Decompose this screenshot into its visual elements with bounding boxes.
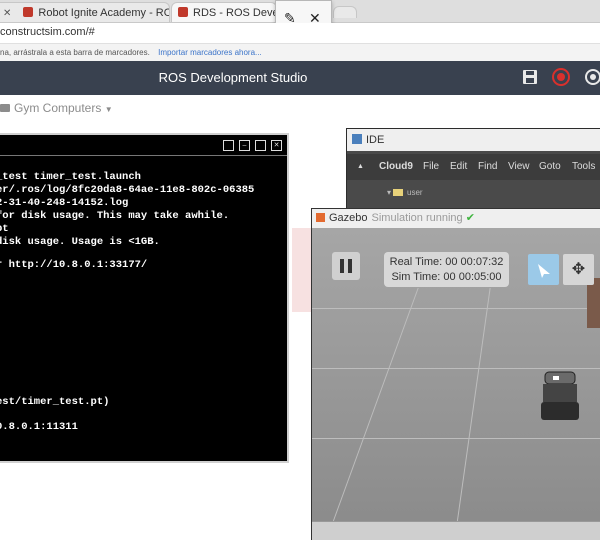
toolbar: Gym Computers ▼: [0, 95, 600, 121]
collapse-icon[interactable]: ▲: [357, 154, 364, 180]
real-time-readout: Real Time: 00 00:07:32: [389, 256, 504, 268]
grid-line: [312, 308, 600, 309]
app-header: ROS Development Studio: [0, 61, 600, 95]
new-tab-button[interactable]: [333, 6, 357, 18]
gazebo-title: Gazebo: [329, 212, 368, 224]
ide-titlebar: IDE: [347, 129, 600, 151]
tab-label: Robot Ignite Academy - ROS I: [38, 7, 169, 19]
gazebo-app-icon: [316, 213, 325, 222]
menu-cloud9[interactable]: Cloud9: [379, 154, 413, 180]
terminal-line: r http://10.8.0.1:33177/: [0, 259, 148, 271]
menu-goto[interactable]: Goto: [539, 154, 561, 180]
translate-tool-button[interactable]: ✥: [563, 254, 594, 285]
robot-model[interactable]: [537, 364, 587, 434]
ide-app-icon: [352, 134, 362, 144]
gazebo-titlebar: Gazebo Simulation running ✔: [312, 209, 600, 228]
terminal-line: _test timer_test.launch: [0, 171, 141, 183]
triangle-down-icon: ▾: [387, 188, 392, 197]
bookmark-hint: na, arrástrala a esta barra de marcadore…: [0, 48, 150, 57]
terminal-line: 0.8.0.1:11311: [0, 421, 78, 433]
terminal-line: er/.ros/log/8fc20da8-64ae-11e8-802c-0638…: [0, 184, 255, 196]
caret-down-icon: ▼: [104, 105, 113, 114]
gazebo-window[interactable]: Gazebo Simulation running ✔ Real Time: 00…: [311, 208, 600, 540]
menu-view[interactable]: View: [508, 154, 530, 180]
sim-time-panel: Real Time: 00 00:07:32 Sim Time: 00 00:0…: [384, 252, 509, 287]
terminal-line: 2-31-40-248-14152.log: [0, 197, 129, 209]
record-icon[interactable]: [551, 67, 571, 87]
terminal-window[interactable]: – ✕ _test timer_test.launch er/.ros/log/…: [0, 133, 289, 463]
address-bar[interactable]: constructsim.com/#: [0, 23, 600, 44]
url-text: constructsim.com/#: [0, 26, 95, 38]
app-title: ROS Development Studio: [158, 70, 308, 85]
grid-line: [312, 438, 600, 439]
ide-menubar: ▲ Cloud9 File Edit Find View Goto Tools: [347, 154, 600, 180]
terminal-line: disk usage. Usage is <1GB.: [0, 236, 160, 248]
tree-item-label: user: [407, 188, 423, 197]
menu-edit[interactable]: Edit: [450, 154, 467, 180]
move-arrows-icon: ✥: [571, 261, 586, 278]
favicon-icon: [23, 7, 34, 17]
ide-title: IDE: [366, 134, 385, 146]
gym-menu-label: Gym Computers: [14, 101, 102, 115]
grid-line: [454, 288, 491, 539]
menu-find[interactable]: Find: [478, 154, 497, 180]
settings-icon[interactable]: [583, 67, 600, 87]
restore-icon[interactable]: [223, 140, 234, 151]
check-icon: ✔: [465, 212, 475, 224]
folder-icon: [393, 189, 404, 196]
simulation-viewport[interactable]: Real Time: 00 00:07:32 Sim Time: 00 00:0…: [312, 228, 600, 539]
sim-time-readout: Sim Time: 00 00:05:00: [391, 271, 502, 283]
computer-icon: [0, 104, 10, 112]
menu-tools[interactable]: Tools: [572, 154, 595, 180]
favicon-icon: [178, 7, 188, 17]
select-tool-button[interactable]: [528, 254, 559, 285]
tab-robot-ignite[interactable]: ✕ Robot Ignite Academy - ROS I: [0, 2, 170, 22]
minimize-icon[interactable]: –: [239, 140, 250, 151]
wall-object: [587, 278, 600, 328]
maximize-icon[interactable]: [255, 140, 266, 151]
pause-button[interactable]: [332, 252, 360, 280]
terminal-line: for disk usage. This may take awhile.: [0, 210, 230, 222]
ide-window[interactable]: IDE ▲ Cloud9 File Edit Find View Goto To…: [346, 128, 600, 220]
simulation-status: Simulation running: [371, 212, 463, 224]
bookmarks-bar: na, arrástrala a esta barra de marcadore…: [0, 44, 600, 62]
gym-computers-menu[interactable]: Gym Computers ▼: [0, 101, 113, 115]
import-bookmarks-link[interactable]: Importar marcadores ahora...: [158, 48, 262, 57]
terminal-line: pt: [0, 223, 9, 235]
terminal-line: est/timer_test.pt): [0, 396, 110, 408]
tab-label: RDS - ROS Develop: [193, 7, 276, 19]
tab-close-icon[interactable]: ✕: [3, 4, 11, 22]
grid-line: [326, 288, 419, 539]
background-logo: [292, 228, 312, 312]
gazebo-bottom-bar: [312, 521, 600, 540]
arrow-cursor-icon: [538, 264, 550, 278]
file-tree-item[interactable]: ▾ user: [387, 188, 423, 197]
save-icon[interactable]: [522, 69, 538, 85]
terminal-titlebar: – ✕: [0, 135, 287, 156]
close-icon[interactable]: ✕: [271, 140, 282, 151]
tab-rds[interactable]: RDS - ROS Develop: [171, 2, 277, 22]
menu-file[interactable]: File: [423, 154, 439, 180]
